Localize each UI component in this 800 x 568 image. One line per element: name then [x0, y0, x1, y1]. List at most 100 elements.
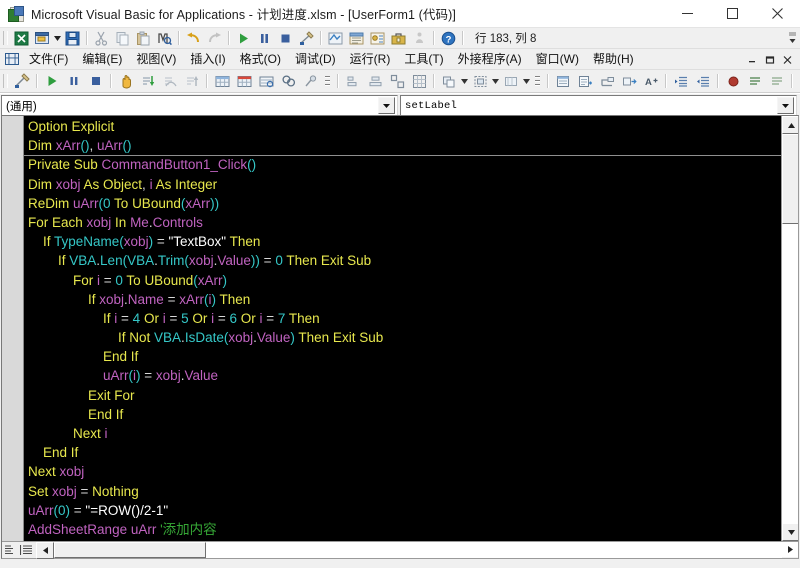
- procedure-dropdown[interactable]: setLabel: [400, 95, 797, 116]
- quick-info-icon[interactable]: [596, 71, 618, 91]
- menu-tools[interactable]: 工具(T): [397, 50, 450, 69]
- margin-indicator-bar[interactable]: [2, 116, 24, 541]
- step-into-icon[interactable]: [137, 71, 159, 91]
- view-excel-icon[interactable]: [11, 29, 32, 48]
- scroll-up-arrow[interactable]: [782, 116, 798, 134]
- zorder-dropdown-icon[interactable]: [460, 71, 469, 91]
- list-constants-icon[interactable]: [574, 71, 596, 91]
- scroll-left-arrow[interactable]: [36, 542, 54, 559]
- complete-word-icon[interactable]: A: [640, 71, 662, 91]
- vertical-scrollbar[interactable]: [781, 116, 798, 541]
- code-token-keyword: Set: [28, 483, 53, 499]
- paste-icon[interactable]: [133, 29, 154, 48]
- scroll-down-arrow[interactable]: [782, 523, 798, 541]
- align-center-icon[interactable]: [364, 71, 386, 91]
- menu-file[interactable]: 文件(F): [22, 50, 75, 69]
- redo-icon[interactable]: [204, 29, 225, 48]
- run-icon[interactable]: [233, 29, 254, 48]
- call-stack-icon[interactable]: [409, 29, 430, 48]
- group-icon[interactable]: [469, 71, 491, 91]
- insert-userform-icon[interactable]: [32, 29, 53, 48]
- minimize-button[interactable]: [665, 0, 710, 27]
- code-token-identifier: Controls: [152, 214, 203, 230]
- zorder-icon[interactable]: [438, 71, 460, 91]
- vertical-scroll-track[interactable]: [782, 224, 798, 523]
- toolbar-grip[interactable]: [3, 31, 8, 45]
- menu-help[interactable]: 帮助(H): [586, 50, 641, 69]
- design-mode-icon[interactable]: [296, 29, 317, 48]
- vertical-scroll-thumb[interactable]: [782, 134, 798, 224]
- mdi-minimize-button[interactable]: [745, 50, 762, 68]
- code-line: End If: [24, 347, 781, 366]
- object-browser-icon[interactable]: [367, 29, 388, 48]
- cut-icon[interactable]: [91, 29, 112, 48]
- chevron-down-icon[interactable]: [777, 97, 794, 114]
- code-token-number: 0: [275, 253, 283, 269]
- design-mode-icon[interactable]: [11, 71, 33, 91]
- properties-window-icon[interactable]: [346, 29, 367, 48]
- immediate-window-icon[interactable]: [233, 71, 255, 91]
- menu-window[interactable]: 窗口(W): [529, 50, 586, 69]
- save-icon[interactable]: [62, 29, 83, 48]
- group-dropdown-icon[interactable]: [491, 71, 500, 91]
- toolbar-vertical-grip[interactable]: [533, 72, 542, 90]
- step-out-icon[interactable]: [181, 71, 203, 91]
- toolbox-icon[interactable]: [388, 29, 409, 48]
- toolbar-vertical-grip[interactable]: [323, 72, 332, 90]
- toggle-bookmark-icon[interactable]: [796, 71, 800, 91]
- scroll-right-arrow[interactable]: [782, 542, 798, 557]
- align-left-icon[interactable]: [342, 71, 364, 91]
- toggle-breakpoint-icon[interactable]: [722, 71, 744, 91]
- break-icon[interactable]: [63, 71, 85, 91]
- menu-debug[interactable]: 调试(D): [288, 50, 343, 69]
- indent-icon[interactable]: [670, 71, 692, 91]
- chevron-down-icon[interactable]: [378, 97, 395, 114]
- close-button[interactable]: [755, 0, 800, 27]
- step-over-icon[interactable]: [159, 71, 181, 91]
- insert-dropdown-icon[interactable]: [53, 28, 62, 48]
- toolbar-grip[interactable]: [3, 74, 8, 88]
- toolbar-overflow-icon[interactable]: [787, 29, 798, 46]
- locals-window-icon[interactable]: [211, 71, 233, 91]
- watch-window-icon[interactable]: [255, 71, 277, 91]
- mdi-restore-button[interactable]: [762, 50, 779, 68]
- comment-block-icon[interactable]: [744, 71, 766, 91]
- copy-icon[interactable]: [112, 29, 133, 48]
- list-properties-icon[interactable]: [552, 71, 574, 91]
- call-stack-icon[interactable]: [299, 71, 321, 91]
- menu-addins[interactable]: 外接程序(A): [451, 50, 529, 69]
- run-icon[interactable]: [41, 71, 63, 91]
- code-token-keyword: To: [122, 272, 145, 288]
- size-to-grid-icon[interactable]: [408, 71, 430, 91]
- menu-view[interactable]: 视图(V): [129, 50, 183, 69]
- menu-edit[interactable]: 编辑(E): [75, 50, 129, 69]
- horizontal-scroll-track[interactable]: [206, 542, 782, 558]
- reset-icon[interactable]: [85, 71, 107, 91]
- arrange-dropdown-icon[interactable]: [522, 71, 531, 91]
- maximize-button[interactable]: [710, 0, 755, 27]
- horizontal-scroll-thumb[interactable]: [54, 542, 206, 558]
- code-text-area[interactable]: Option Explicit Dim xArr(), uArr() Private…: [24, 116, 781, 541]
- hand-icon[interactable]: [115, 71, 137, 91]
- code-editor[interactable]: Option Explicit Dim xArr(), uArr() Private…: [1, 115, 799, 559]
- menu-format[interactable]: 格式(O): [233, 50, 288, 69]
- help-icon[interactable]: ?: [438, 29, 459, 48]
- undo-icon[interactable]: [183, 29, 204, 48]
- project-explorer-icon[interactable]: [325, 29, 346, 48]
- parameter-info-icon[interactable]: [618, 71, 640, 91]
- stop-icon[interactable]: [275, 29, 296, 48]
- uncomment-block-icon[interactable]: [766, 71, 788, 91]
- quick-watch-icon[interactable]: [277, 71, 299, 91]
- procedure-view-icon[interactable]: [2, 543, 18, 558]
- outdent-icon[interactable]: [692, 71, 714, 91]
- mdi-close-button[interactable]: [779, 50, 796, 68]
- menu-insert[interactable]: 插入(I): [183, 50, 232, 69]
- arrange-icon[interactable]: [500, 71, 522, 91]
- full-module-view-icon[interactable]: [18, 543, 34, 558]
- find-icon[interactable]: [154, 29, 175, 48]
- make-same-size-icon[interactable]: [386, 71, 408, 91]
- horizontal-scrollbar[interactable]: [2, 541, 798, 559]
- pause-icon[interactable]: [254, 29, 275, 48]
- object-dropdown[interactable]: (通用): [1, 95, 398, 116]
- menu-run[interactable]: 运行(R): [343, 50, 398, 69]
